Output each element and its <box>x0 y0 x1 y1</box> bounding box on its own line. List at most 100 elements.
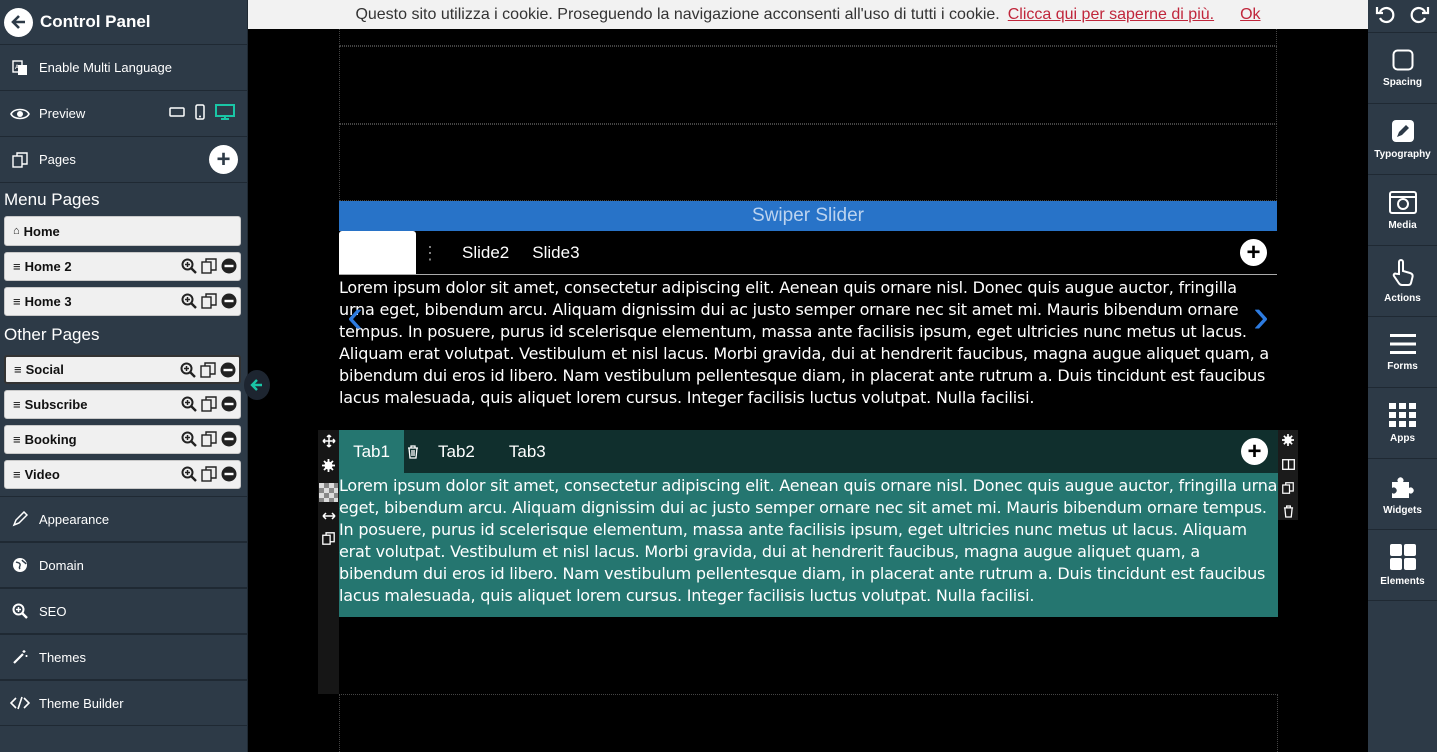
tool-label: Actions <box>1384 292 1421 304</box>
pencil-icon <box>10 511 30 527</box>
duplicate-icon[interactable] <box>200 362 216 378</box>
sidebar-item-domain[interactable]: Domain <box>0 542 247 588</box>
clone-icon[interactable] <box>1282 481 1294 499</box>
cookie-ok-link[interactable]: Ok <box>1240 6 1260 24</box>
transparency-icon[interactable] <box>319 483 338 502</box>
page-item-booking[interactable]: ≡ Booking <box>4 425 241 454</box>
empty-section[interactable] <box>339 694 1278 752</box>
resize-horizontal-icon[interactable] <box>321 508 336 526</box>
preview-row[interactable]: Preview <box>0 91 247 137</box>
sidebar-item-seo[interactable]: SEO <box>0 588 247 634</box>
desktop-icon[interactable] <box>215 104 235 120</box>
duplicate-icon[interactable] <box>201 431 217 447</box>
clone-icon[interactable] <box>322 532 335 550</box>
slider-prev-icon[interactable]: ‹ <box>347 293 363 341</box>
empty-section[interactable] <box>339 124 1277 201</box>
page-item-subscribe[interactable]: ≡ Subscribe <box>4 390 241 419</box>
arrow-left-icon <box>250 379 262 391</box>
page-tools <box>181 466 237 482</box>
tool-elements[interactable]: Elements <box>1368 530 1437 601</box>
tablet-landscape-icon[interactable] <box>169 107 185 117</box>
tab-content[interactable]: Lorem ipsum dolor sit amet, consectetur … <box>339 473 1278 607</box>
remove-icon[interactable] <box>220 362 236 378</box>
move-icon[interactable] <box>321 434 336 453</box>
undo-icon[interactable] <box>1375 4 1395 29</box>
pages-row[interactable]: Pages + <box>0 137 247 183</box>
zoom-icon[interactable] <box>180 362 196 378</box>
trash-icon[interactable] <box>1283 505 1294 523</box>
slide-content[interactable]: Lorem ipsum dolor sit amet, consectetur … <box>339 275 1277 409</box>
tool-apps[interactable]: Apps <box>1368 388 1437 459</box>
remove-icon[interactable] <box>221 258 237 274</box>
settings-gear-icon[interactable] <box>322 459 335 477</box>
menu-pages-heading: Menu Pages <box>4 190 100 209</box>
tool-actions[interactable]: Actions <box>1368 246 1437 317</box>
settings-gear-icon[interactable] <box>1282 433 1294 451</box>
tool-label: Apps <box>1390 432 1415 444</box>
cookie-info-link[interactable]: Clicca qui per saperne di più. <box>1008 6 1214 24</box>
sidebar-item-label: Theme Builder <box>39 695 124 711</box>
slide-tab[interactable]: Slide2 <box>447 243 528 263</box>
page-item-video[interactable]: ≡ Video <box>4 460 241 489</box>
delete-tab-icon[interactable] <box>404 430 422 473</box>
page-item-home-2[interactable]: ≡ Home 2 <box>4 252 241 281</box>
tab[interactable]: Tab3 <box>509 442 546 462</box>
tool-media[interactable]: Media <box>1368 175 1437 246</box>
add-tab-button[interactable]: + <box>1241 438 1268 465</box>
empty-section[interactable] <box>339 46 1277 124</box>
zoom-icon[interactable] <box>181 293 197 309</box>
duplicate-icon[interactable] <box>201 293 217 309</box>
columns-icon[interactable] <box>1281 457 1295 475</box>
duplicate-icon[interactable] <box>201 396 217 412</box>
house-icon: ⌂ <box>13 225 20 237</box>
zoom-icon[interactable] <box>181 431 197 447</box>
tabs-element[interactable]: Tab1 Tab2 Tab3 + Lorem ipsum dolor sit a… <box>339 430 1278 617</box>
page-item-home[interactable]: ⌂ Home <box>4 216 241 246</box>
page-item-home-3[interactable]: ≡ Home 3 <box>4 287 241 316</box>
zoom-icon[interactable] <box>181 396 197 412</box>
slide-tab-active[interactable] <box>339 231 416 274</box>
tab[interactable]: Tab2 <box>438 442 475 462</box>
right-toolbar: Spacing Typography Media Actions Forms A… <box>1368 0 1437 752</box>
tab-active[interactable]: Tab1 <box>339 430 404 473</box>
magnifier-icon <box>10 603 30 619</box>
duplicate-icon[interactable] <box>201 258 217 274</box>
sidebar-item-themes[interactable]: Themes <box>0 634 247 680</box>
sidebar-header: Control Panel <box>0 0 247 45</box>
zoom-icon[interactable] <box>181 466 197 482</box>
page-item-label: Subscribe <box>24 397 88 412</box>
duplicate-icon[interactable] <box>201 466 217 482</box>
collapse-sidebar-button[interactable] <box>244 370 270 400</box>
add-page-button[interactable]: + <box>209 145 238 174</box>
zoom-icon[interactable] <box>181 258 197 274</box>
empty-section[interactable] <box>339 29 1277 46</box>
tabs-nav: Tab1 Tab2 Tab3 + <box>339 430 1278 473</box>
back-arrow-icon[interactable] <box>4 7 33 37</box>
sidebar-item-theme-builder[interactable]: Theme Builder <box>0 680 247 726</box>
tool-label: Media <box>1388 219 1417 231</box>
swiper-slider[interactable]: Swiper Slider ⋮ Slide2 Slide3 + Lorem ip… <box>339 201 1277 437</box>
cookie-text: Questo sito utilizza i cookie. Proseguen… <box>355 5 1000 23</box>
add-slide-button[interactable]: + <box>1240 239 1267 266</box>
remove-icon[interactable] <box>221 431 237 447</box>
slider-next-icon[interactable]: › <box>1253 293 1269 341</box>
tool-spacing[interactable]: Spacing <box>1368 33 1437 104</box>
slide-tab[interactable]: Slide3 <box>528 243 598 263</box>
drag-handle-icon[interactable]: ⋮ <box>421 244 439 262</box>
slider-title: Swiper Slider <box>339 201 1277 231</box>
tool-typography[interactable]: Typography <box>1368 104 1437 175</box>
tool-label: Elements <box>1380 575 1425 587</box>
sidebar-item-appearance[interactable]: Appearance <box>0 496 247 542</box>
page-item-label: Social <box>25 362 64 377</box>
page-item-social[interactable]: ≡ Social <box>4 355 241 384</box>
tool-forms[interactable]: Forms <box>1368 317 1437 388</box>
remove-icon[interactable] <box>221 396 237 412</box>
remove-icon[interactable] <box>221 293 237 309</box>
mobile-icon[interactable] <box>195 104 205 120</box>
enable-multi-language[interactable]: A Enable Multi Language <box>0 45 247 91</box>
remove-icon[interactable] <box>221 466 237 482</box>
tool-label: Widgets <box>1383 504 1422 516</box>
tool-widgets[interactable]: Widgets <box>1368 459 1437 530</box>
puzzle-icon <box>1391 476 1414 498</box>
redo-icon[interactable] <box>1410 4 1430 29</box>
